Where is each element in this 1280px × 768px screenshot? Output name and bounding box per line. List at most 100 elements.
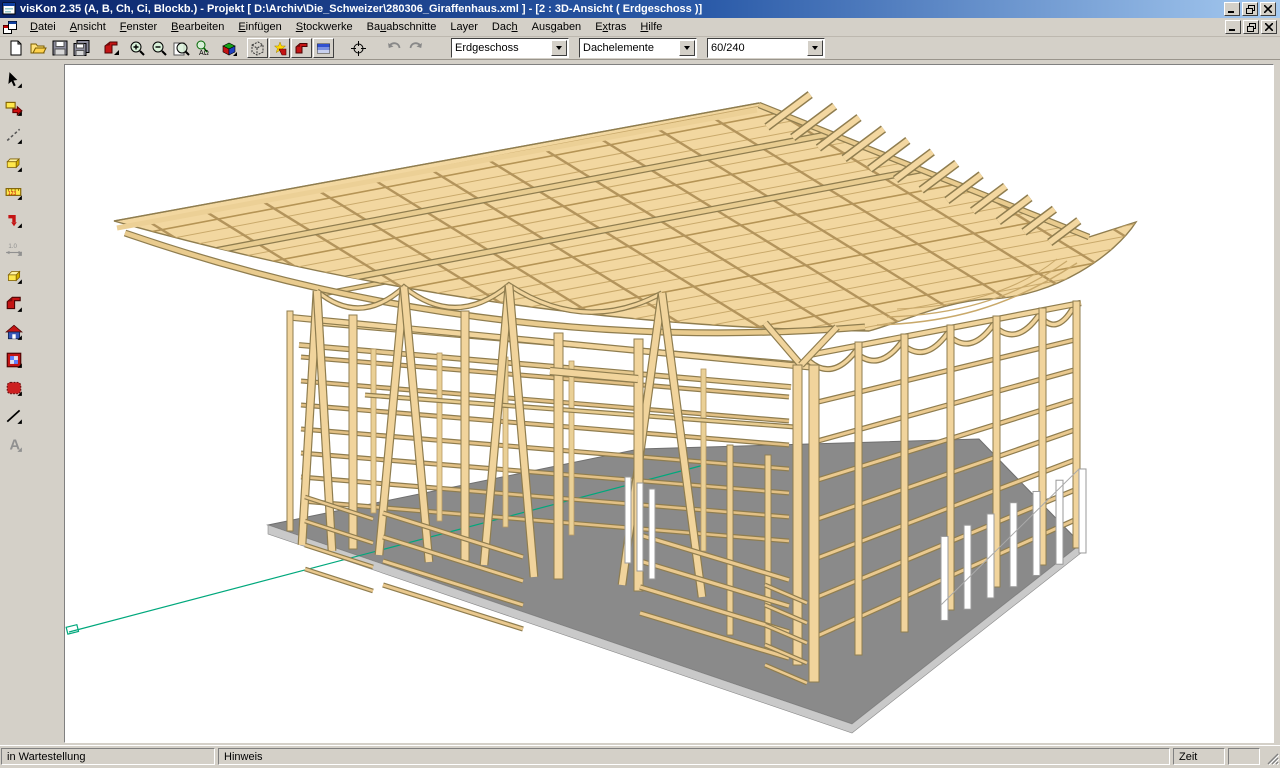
storey-value: Erdgeschoss [452,42,550,54]
mdi-minimize-button[interactable] [1225,20,1241,34]
redo-icon [408,41,424,55]
restore-button[interactable] [1242,2,1258,16]
cross-section-combobox[interactable]: 60/240 [707,38,825,58]
menu-einfuegen[interactable]: Einfügen [231,19,288,35]
tool-select-button[interactable] [1,66,27,93]
view-textured-toggle[interactable] [313,38,334,58]
status-message: Hinweis [218,748,1170,765]
menu-fenster[interactable]: Fenster [113,19,164,35]
rotate-member-icon [5,211,23,229]
menu-bar: Datei Ansicht Fenster Bearbeiten Einfüge… [0,18,1280,37]
menu-ansicht[interactable]: Ansicht [63,19,113,35]
ruler-123-icon: 123 [5,183,23,201]
menu-datei[interactable]: Datei [23,19,63,35]
window-title: visKon 2.35 (A, B, Ch, Ci, Blockb.) - Pr… [20,3,1224,15]
tool-rotate-member-button[interactable] [1,206,27,233]
minimize-button[interactable] [1224,2,1240,16]
tool-text-button[interactable]: A [1,430,27,457]
dashed-line-icon [5,127,23,145]
close-icon [1265,23,1273,31]
zoom-text-button[interactable]: AΩ [192,38,214,59]
svg-text:123: 123 [8,190,17,196]
view-3d-button[interactable] [218,38,240,59]
tool-dimension-button[interactable]: 1.0 [1,234,27,261]
project-roof-button[interactable] [100,38,122,59]
cursor-arrow-icon [5,71,23,89]
surface-icon [5,379,23,397]
status-extra [1228,748,1260,765]
view-wireframe-toggle[interactable] [247,38,268,58]
dimension-icon: 1.0 [5,239,23,257]
save-icon [52,40,68,56]
minimize-icon [1229,24,1237,31]
3d-viewport[interactable] [65,65,1273,742]
storey-combobox[interactable]: Erdgeschoss [451,38,569,58]
layer-combobox[interactable]: Dachelemente [579,38,697,58]
view-hidden-line-toggle[interactable] [269,38,290,58]
storey-dropdown-button[interactable] [551,40,567,56]
chevron-down-icon [556,46,562,50]
resize-grip[interactable] [1263,748,1279,765]
close-button[interactable] [1260,2,1276,16]
zoom-in-icon [129,40,146,57]
status-bar: in Wartestellung Hinweis Zeit [0,745,1280,767]
line-icon [5,407,23,425]
resize-grip-icon [1266,752,1279,765]
tool-surface-button[interactable] [1,374,27,401]
text-icon: A [5,435,23,453]
viewport-frame [64,64,1274,743]
menu-dach[interactable]: Dach [485,19,525,35]
redo-button[interactable] [405,38,427,59]
tool-measure-button[interactable]: 123 [1,178,27,205]
close-icon [1264,5,1272,13]
zoom-window-button[interactable] [170,38,192,59]
cross-section-value: 60/240 [708,42,806,54]
tool-line-button[interactable] [1,402,27,429]
svg-text:AΩ: AΩ [199,50,209,57]
menu-hilfe[interactable]: Hilfe [633,19,669,35]
save-all-button[interactable] [71,38,93,59]
save-all-icon [73,40,91,56]
tool-building-button[interactable] [1,318,27,345]
mdi-restore-button[interactable] [1243,20,1259,34]
open-button[interactable] [27,38,49,59]
menu-extras[interactable]: Extras [588,19,633,35]
save-button[interactable] [49,38,71,59]
wireframe-icon [250,41,265,56]
tool-block-button[interactable] [1,262,27,289]
timber-beam-icon [5,155,23,173]
restore-icon [1247,23,1256,32]
layer-dropdown-button[interactable] [679,40,695,56]
open-folder-icon [30,40,47,56]
menu-stockwerke[interactable]: Stockwerke [289,19,360,35]
zoom-window-icon [173,40,190,57]
roof-icon [103,40,120,56]
view-shaded-toggle[interactable] [291,38,312,58]
zoom-in-button[interactable] [126,38,148,59]
menu-layer[interactable]: Layer [443,19,485,35]
mdi-close-button[interactable] [1261,20,1277,34]
undo-button[interactable] [383,38,405,59]
tool-beam-move-button[interactable] [1,94,27,121]
new-document-button[interactable] [5,38,27,59]
minimize-icon [1228,6,1236,13]
cross-section-dropdown-button[interactable] [807,40,823,56]
tool-roof-button[interactable] [1,290,27,317]
menu-ausgaben[interactable]: Ausgaben [525,19,589,35]
status-mode: in Wartestellung [1,748,215,765]
status-time: Zeit [1173,748,1225,765]
new-document-icon [8,40,24,56]
zoom-out-button[interactable] [148,38,170,59]
tool-wall-panel-button[interactable] [1,346,27,373]
tool-timber-beam-button[interactable] [1,150,27,177]
house-icon [5,323,23,341]
snap-crosshair-button[interactable] [347,38,369,59]
zoom-out-icon [151,40,168,57]
zoom-text-icon: AΩ [195,40,212,57]
cube-3d-icon [221,40,238,57]
crosshair-icon [350,40,367,57]
tool-construction-line-button[interactable] [1,122,27,149]
menu-bauabschnitte[interactable]: Bauabschnitte [360,19,444,35]
block-icon [5,267,23,285]
menu-bearbeiten[interactable]: Bearbeiten [164,19,231,35]
